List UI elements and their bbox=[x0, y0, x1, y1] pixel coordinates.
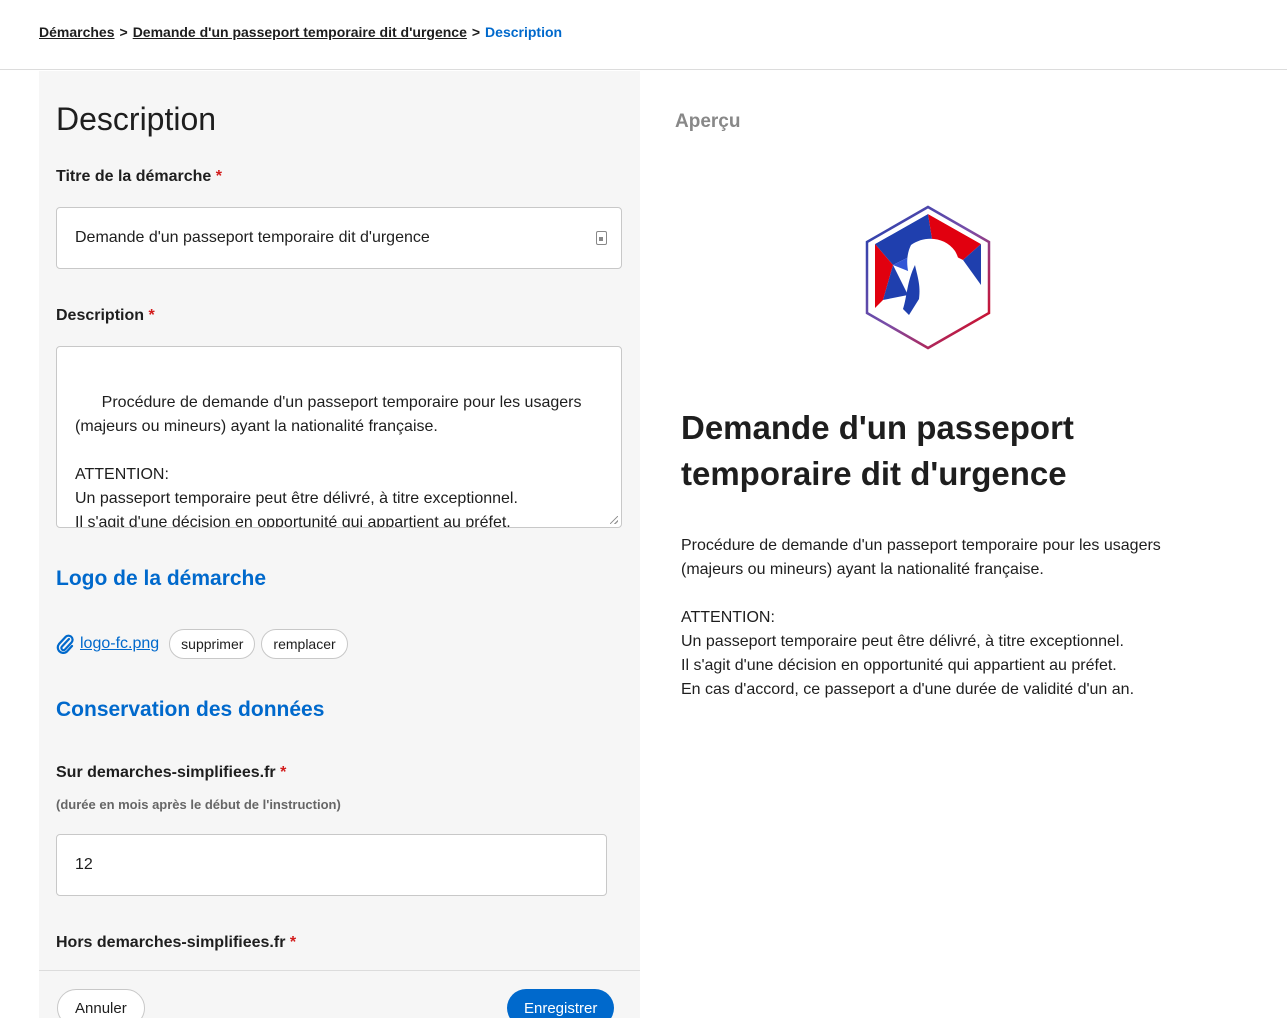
delete-logo-button[interactable]: supprimer bbox=[169, 629, 256, 659]
replace-logo-button[interactable]: remplacer bbox=[261, 629, 348, 659]
form-panel: Description Titre de la démarche * Deman… bbox=[39, 71, 640, 1018]
breadcrumb-separator: > bbox=[471, 24, 481, 40]
logo-section-title: Logo de la démarche bbox=[56, 567, 267, 590]
on-site-retention-value: 12 bbox=[75, 856, 93, 873]
required-marker: * bbox=[289, 934, 297, 951]
title-field-label: Titre de la démarche * bbox=[56, 168, 223, 185]
form-footer: Annuler Enregistrer bbox=[39, 970, 640, 1018]
breadcrumb-link-demarche[interactable]: Demande d'un passeport temporaire dit d'… bbox=[133, 24, 467, 40]
logo-file-row: logo-fc.png supprimer remplacer bbox=[56, 629, 348, 659]
logo-filename-link[interactable]: logo-fc.png bbox=[80, 635, 159, 653]
breadcrumb-current: Description bbox=[485, 24, 563, 40]
required-marker: * bbox=[280, 764, 287, 781]
breadcrumb-link-demarches[interactable]: Démarches bbox=[39, 24, 115, 40]
retention-section-title: Conservation des données bbox=[56, 698, 325, 721]
on-site-retention-label: Sur demarches-simplifiees.fr * bbox=[56, 764, 287, 781]
page-title: Description bbox=[56, 101, 217, 137]
cancel-button[interactable]: Annuler bbox=[57, 989, 145, 1018]
description-textarea[interactable]: Procédure de demande d'un passeport temp… bbox=[56, 346, 622, 528]
contact-card-icon[interactable] bbox=[596, 231, 607, 245]
paperclip-icon bbox=[56, 634, 74, 654]
title-input[interactable]: Demande d'un passeport temporaire dit d'… bbox=[56, 207, 622, 269]
required-marker: * bbox=[148, 307, 155, 324]
description-field-label: Description * bbox=[56, 307, 155, 324]
required-marker: * bbox=[215, 168, 223, 185]
on-site-retention-hint: (durée en mois après le début de l'instr… bbox=[56, 797, 341, 812]
marianne-logo-icon bbox=[865, 205, 991, 350]
on-site-retention-input[interactable]: 12 bbox=[56, 834, 607, 896]
title-input-value: Demande d'un passeport temporaire dit d'… bbox=[75, 229, 430, 246]
preview-title: Demande d'un passeport temporaire dit d'… bbox=[681, 409, 1074, 492]
breadcrumb-separator: > bbox=[119, 24, 128, 40]
resize-handle-icon[interactable] bbox=[610, 516, 618, 524]
preview-description: Procédure de demande d'un passeport temp… bbox=[681, 537, 1161, 698]
breadcrumb: Démarches > Demande d'un passeport tempora… bbox=[0, 0, 1287, 70]
off-site-retention-label: Hors demarches-simplifiees.fr * bbox=[56, 934, 297, 951]
preview-label: Aperçu bbox=[675, 111, 741, 132]
save-button[interactable]: Enregistrer bbox=[507, 989, 615, 1018]
description-textarea-value: Procédure de demande d'un passeport temp… bbox=[75, 394, 582, 528]
